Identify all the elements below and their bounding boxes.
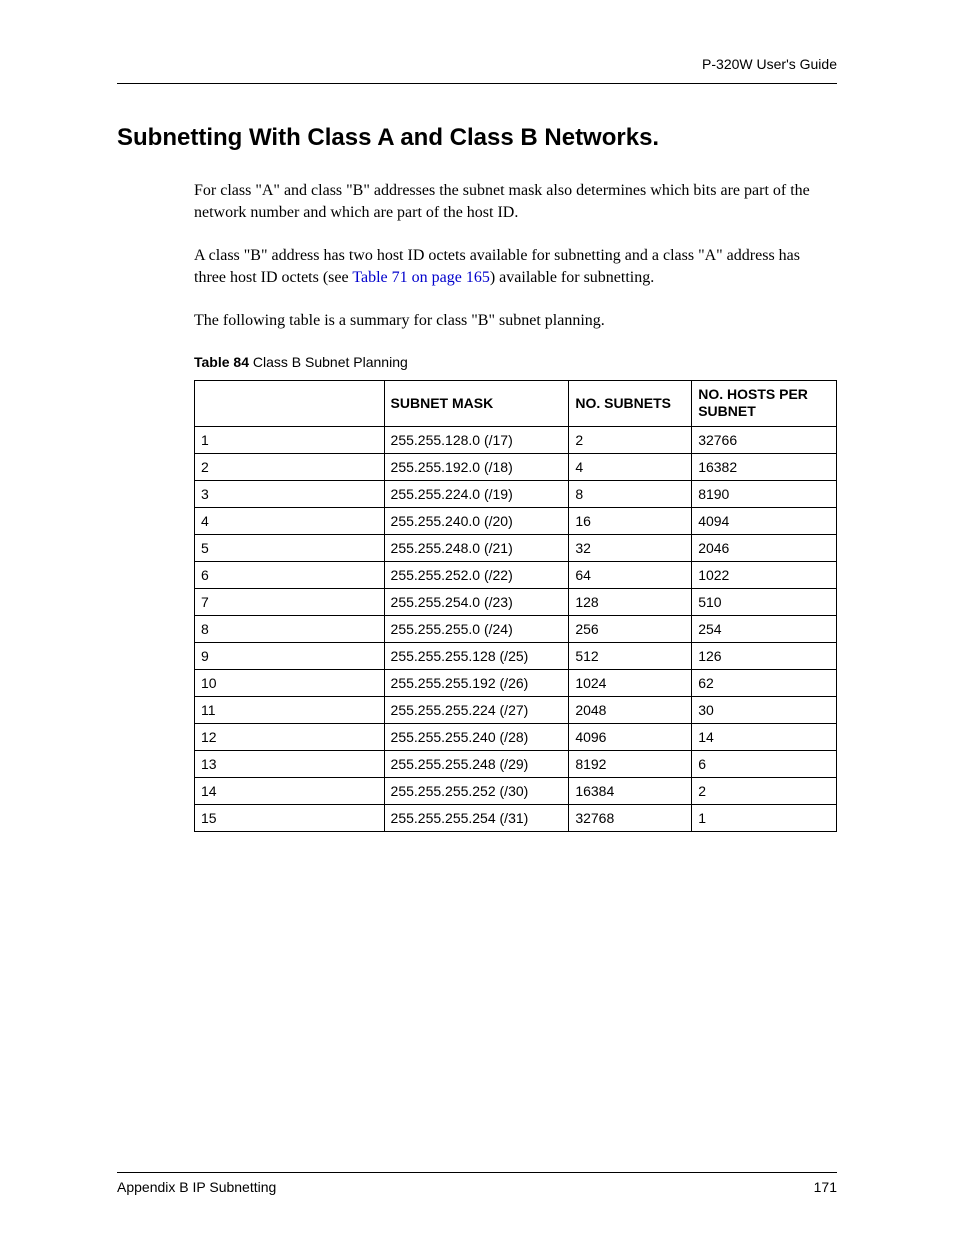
cell-bits: 12 — [195, 723, 385, 750]
cell-hosts: 510 — [692, 588, 837, 615]
cell-subnets: 256 — [569, 615, 692, 642]
cell-mask: 255.255.248.0 (/21) — [384, 534, 569, 561]
cell-bits: 2 — [195, 453, 385, 480]
cell-mask: 255.255.255.240 (/28) — [384, 723, 569, 750]
cell-hosts: 14 — [692, 723, 837, 750]
cell-mask: 255.255.254.0 (/23) — [384, 588, 569, 615]
col-header-subnets: NO. SUBNETS — [569, 380, 692, 426]
cell-bits: 11 — [195, 696, 385, 723]
table-row: 7255.255.254.0 (/23)128510 — [195, 588, 837, 615]
cell-subnets: 16384 — [569, 777, 692, 804]
table-row: 4255.255.240.0 (/20)164094 — [195, 507, 837, 534]
cell-hosts: 62 — [692, 669, 837, 696]
paragraph-3: The following table is a summary for cla… — [194, 310, 832, 332]
cell-mask: 255.255.224.0 (/19) — [384, 480, 569, 507]
cell-hosts: 1022 — [692, 561, 837, 588]
cell-bits: 4 — [195, 507, 385, 534]
table-caption-text: Class B Subnet Planning — [249, 354, 408, 370]
cell-bits: 14 — [195, 777, 385, 804]
table-row: 5255.255.248.0 (/21)322046 — [195, 534, 837, 561]
section-heading: Subnetting With Class A and Class B Netw… — [117, 124, 837, 152]
cell-mask: 255.255.255.248 (/29) — [384, 750, 569, 777]
cell-bits: 15 — [195, 804, 385, 831]
cell-hosts: 2046 — [692, 534, 837, 561]
cell-mask: 255.255.255.254 (/31) — [384, 804, 569, 831]
cell-hosts: 8190 — [692, 480, 837, 507]
cell-bits: 5 — [195, 534, 385, 561]
page-header: P-320W User's Guide — [117, 56, 837, 84]
col-header-hosts: NO. HOSTS PER SUBNET — [692, 380, 837, 426]
table-caption: Table 84 Class B Subnet Planning — [194, 354, 837, 370]
table-row: 12255.255.255.240 (/28)409614 — [195, 723, 837, 750]
cell-bits: 13 — [195, 750, 385, 777]
cell-hosts: 6 — [692, 750, 837, 777]
cell-subnets: 8192 — [569, 750, 692, 777]
subnet-planning-table: SUBNET MASK NO. SUBNETS NO. HOSTS PER SU… — [194, 380, 837, 832]
cell-hosts: 126 — [692, 642, 837, 669]
table-row: 10255.255.255.192 (/26)102462 — [195, 669, 837, 696]
table-row: 2255.255.192.0 (/18)416382 — [195, 453, 837, 480]
table-row: 8255.255.255.0 (/24)256254 — [195, 615, 837, 642]
cell-subnets: 4 — [569, 453, 692, 480]
cell-bits: 8 — [195, 615, 385, 642]
cell-mask: 255.255.255.128 (/25) — [384, 642, 569, 669]
cell-mask: 255.255.252.0 (/22) — [384, 561, 569, 588]
cell-subnets: 1024 — [569, 669, 692, 696]
cell-mask: 255.255.255.0 (/24) — [384, 615, 569, 642]
cell-subnets: 512 — [569, 642, 692, 669]
footer-page-number: 171 — [814, 1179, 837, 1195]
cell-subnets: 16 — [569, 507, 692, 534]
cell-hosts: 254 — [692, 615, 837, 642]
header-guide-title: P-320W User's Guide — [702, 56, 837, 72]
cell-hosts: 32766 — [692, 426, 837, 453]
col-header-mask: SUBNET MASK — [384, 380, 569, 426]
table-row: 6255.255.252.0 (/22)641022 — [195, 561, 837, 588]
cell-subnets: 32 — [569, 534, 692, 561]
cell-bits: 3 — [195, 480, 385, 507]
cell-bits: 7 — [195, 588, 385, 615]
cell-bits: 6 — [195, 561, 385, 588]
cell-mask: 255.255.255.252 (/30) — [384, 777, 569, 804]
cell-subnets: 64 — [569, 561, 692, 588]
cell-hosts: 4094 — [692, 507, 837, 534]
table-header-row: SUBNET MASK NO. SUBNETS NO. HOSTS PER SU… — [195, 380, 837, 426]
table-row: 3255.255.224.0 (/19)88190 — [195, 480, 837, 507]
cell-subnets: 2 — [569, 426, 692, 453]
cell-subnets: 2048 — [569, 696, 692, 723]
page-footer: Appendix B IP Subnetting 171 — [117, 1172, 837, 1195]
cell-subnets: 8 — [569, 480, 692, 507]
table-row: 1255.255.128.0 (/17)232766 — [195, 426, 837, 453]
table-row: 14255.255.255.252 (/30)163842 — [195, 777, 837, 804]
footer-section-title: Appendix B IP Subnetting — [117, 1179, 276, 1195]
paragraph-2: A class "B" address has two host ID octe… — [194, 245, 832, 288]
table-row: 11255.255.255.224 (/27)204830 — [195, 696, 837, 723]
table-row: 9255.255.255.128 (/25)512126 — [195, 642, 837, 669]
table-row: 13255.255.255.248 (/29)81926 — [195, 750, 837, 777]
cell-hosts: 1 — [692, 804, 837, 831]
cell-mask: 255.255.240.0 (/20) — [384, 507, 569, 534]
cell-hosts: 2 — [692, 777, 837, 804]
cell-bits: 10 — [195, 669, 385, 696]
col-header-bits — [195, 380, 385, 426]
cell-subnets: 4096 — [569, 723, 692, 750]
table-row: 15255.255.255.254 (/31)327681 — [195, 804, 837, 831]
cell-mask: 255.255.192.0 (/18) — [384, 453, 569, 480]
cell-mask: 255.255.128.0 (/17) — [384, 426, 569, 453]
cell-bits: 1 — [195, 426, 385, 453]
cross-ref-link[interactable]: Table 71 on page 165 — [352, 269, 490, 286]
cell-subnets: 128 — [569, 588, 692, 615]
paragraph-1: For class "A" and class "B" addresses th… — [194, 180, 832, 223]
table-caption-label: Table 84 — [194, 354, 249, 370]
paragraph-2-part-b: ) available for subnetting. — [490, 269, 654, 286]
cell-mask: 255.255.255.192 (/26) — [384, 669, 569, 696]
cell-mask: 255.255.255.224 (/27) — [384, 696, 569, 723]
cell-hosts: 30 — [692, 696, 837, 723]
cell-hosts: 16382 — [692, 453, 837, 480]
cell-subnets: 32768 — [569, 804, 692, 831]
cell-bits: 9 — [195, 642, 385, 669]
